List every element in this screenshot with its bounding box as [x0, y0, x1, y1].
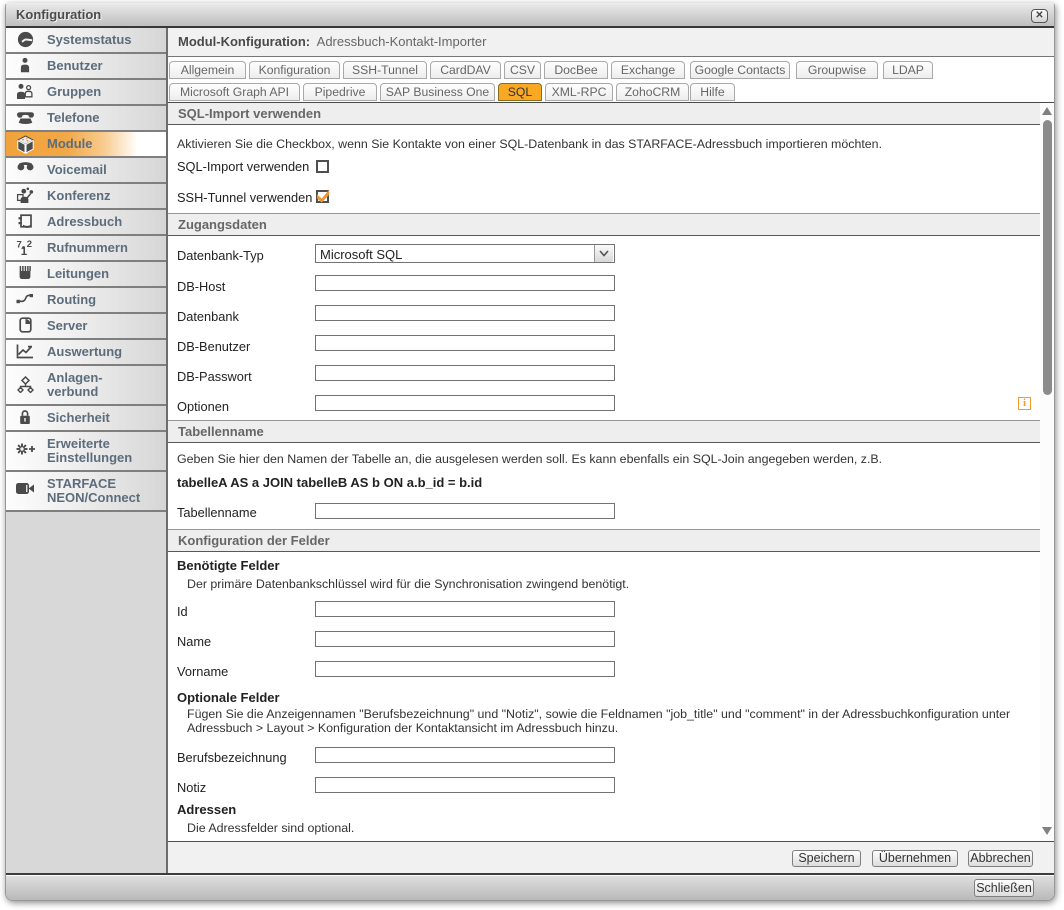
svg-text:2: 2 — [27, 239, 32, 250]
